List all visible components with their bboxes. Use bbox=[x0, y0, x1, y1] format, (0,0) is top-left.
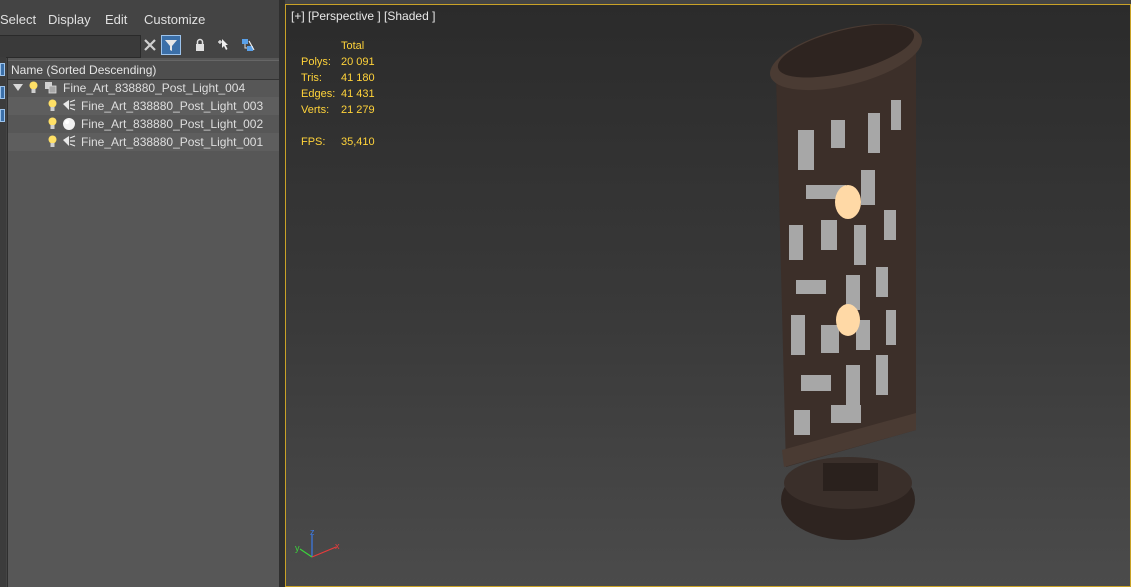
lock-button[interactable] bbox=[190, 35, 210, 55]
filter-icon bbox=[165, 40, 177, 51]
bulb-glow-lower bbox=[836, 304, 860, 336]
list-item-label: Fine_Art_838880_Post_Light_003 bbox=[81, 99, 264, 113]
list-item-label: Fine_Art_838880_Post_Light_002 bbox=[81, 117, 264, 131]
strip-tab-1[interactable] bbox=[0, 63, 5, 76]
hierarchy-icon bbox=[242, 39, 255, 51]
post-light-model[interactable] bbox=[286, 5, 1131, 587]
list-item-label: Fine_Art_838880_Post_Light_004 bbox=[63, 81, 246, 95]
lamp-base-neck bbox=[823, 463, 878, 491]
light-bulb-icon[interactable] bbox=[48, 135, 57, 148]
explorer-menubar: Select Display Edit Customize bbox=[0, 8, 283, 30]
list-item[interactable]: Fine_Art_838880_Post_Light_001 bbox=[8, 133, 280, 151]
light-bulb-icon[interactable] bbox=[48, 117, 57, 130]
name-column-header[interactable]: Name (Sorted Descending) bbox=[8, 60, 280, 80]
hierarchy-button[interactable] bbox=[238, 35, 258, 55]
z-axis-label: z bbox=[310, 527, 315, 537]
perspective-viewport[interactable]: [+] [Perspective ] [Shaded ] Total Polys… bbox=[285, 4, 1131, 587]
list-item[interactable]: Fine_Art_838880_Post_Light_002 bbox=[8, 115, 280, 133]
menu-edit[interactable]: Edit bbox=[105, 12, 127, 27]
search-input[interactable] bbox=[0, 35, 141, 58]
x-axis-line bbox=[311, 546, 337, 558]
x-axis-label: x bbox=[335, 541, 340, 551]
strip-tab-2[interactable] bbox=[0, 86, 5, 99]
omni-light-icon bbox=[63, 118, 75, 130]
explorer-toolbar bbox=[0, 33, 283, 58]
menu-select[interactable]: Select bbox=[0, 12, 36, 27]
light-bulb-icon[interactable] bbox=[48, 99, 57, 112]
filter-button[interactable] bbox=[161, 35, 181, 55]
spot-light-icon bbox=[63, 135, 76, 147]
bulb-glow-upper bbox=[835, 185, 861, 219]
close-icon bbox=[144, 39, 156, 51]
list-item[interactable]: Fine_Art_838880_Post_Light_003 bbox=[8, 97, 280, 115]
select-cursor-icon bbox=[218, 39, 228, 50]
list-item[interactable]: Fine_Art_838880_Post_Light_004 bbox=[8, 79, 280, 97]
scene-object-list: Name (Sorted Descending) Fine_Art_838880… bbox=[7, 58, 280, 587]
clear-search-button[interactable] bbox=[140, 35, 160, 55]
list-item-label: Fine_Art_838880_Post_Light_001 bbox=[81, 135, 264, 149]
explorer-side-strip bbox=[0, 57, 6, 587]
menu-display[interactable]: Display bbox=[48, 12, 91, 27]
spot-light-icon bbox=[63, 99, 76, 111]
scene-explorer-panel: Select Display Edit Customize Name (Sort… bbox=[0, 0, 283, 587]
collapse-triangle-icon[interactable] bbox=[13, 84, 23, 92]
y-axis-label: y bbox=[295, 543, 300, 553]
lock-icon bbox=[196, 38, 204, 51]
light-bulb-icon[interactable] bbox=[29, 81, 38, 94]
column-header-label: Name (Sorted Descending) bbox=[11, 63, 157, 77]
group-icon bbox=[45, 82, 57, 94]
strip-tab-3[interactable] bbox=[0, 109, 5, 122]
y-axis-line bbox=[299, 548, 313, 558]
menu-customize[interactable]: Customize bbox=[144, 12, 205, 27]
select-children-button[interactable] bbox=[214, 35, 234, 55]
axis-gizmo: z x y bbox=[295, 527, 340, 558]
